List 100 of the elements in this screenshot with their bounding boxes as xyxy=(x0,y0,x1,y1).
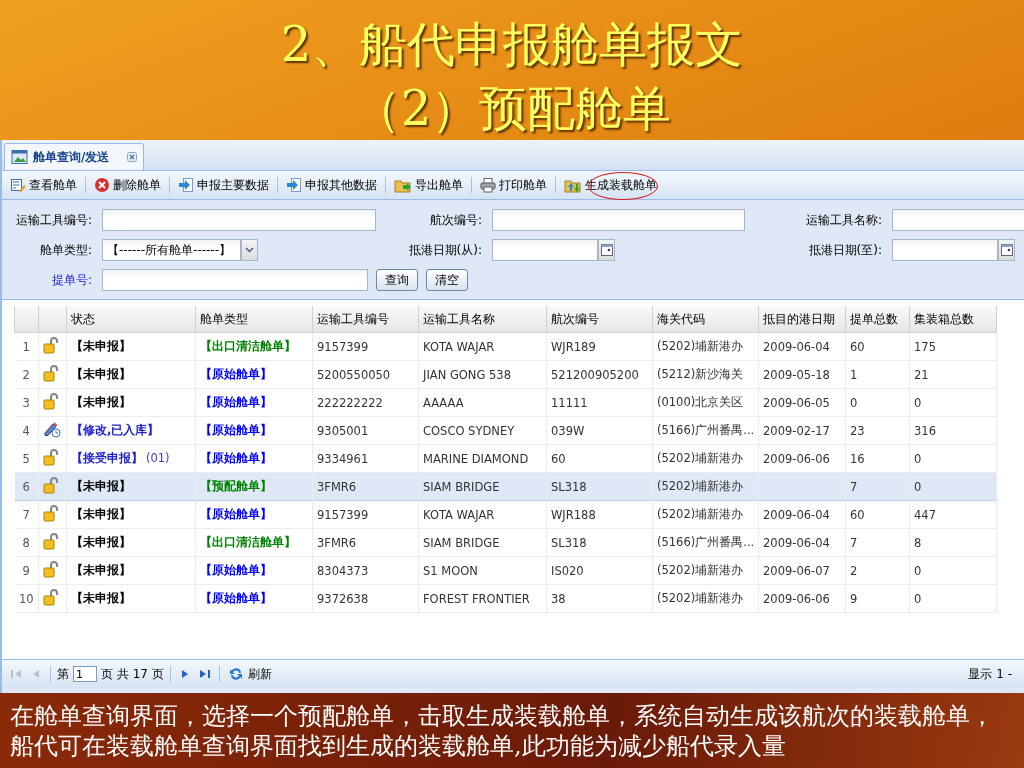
table-row[interactable]: 10 【未申报】 【原始舱单】 9372638 FOREST FRONTIER 38 (5202)埔新港办 2009-06-06 9 0 xyxy=(14,584,997,613)
row-number: 2 xyxy=(14,360,39,389)
date-field[interactable] xyxy=(892,239,998,261)
status-code: (01) xyxy=(146,451,170,465)
column-header[interactable]: 运输工具编号 xyxy=(312,306,419,333)
column-header[interactable]: 提单总数 xyxy=(845,306,910,333)
table-cell: 5200550050 xyxy=(312,360,419,389)
toolbar-button[interactable]: 申报其他数据 xyxy=(282,174,381,196)
table-cell: 16 xyxy=(845,444,910,473)
table-cell: MARINE DIAMOND xyxy=(418,444,547,473)
input-field[interactable] xyxy=(102,209,376,231)
table-cell: KOTA WAJAR xyxy=(418,500,547,529)
row-number: 10 xyxy=(14,584,39,613)
table-cell: 521200905200 xyxy=(546,360,653,389)
manifest-type: 【出口清洁舱单】 xyxy=(200,339,296,353)
table-cell: 2009-06-06 xyxy=(758,444,846,473)
window-icon xyxy=(11,149,29,165)
row-number: 9 xyxy=(14,556,39,585)
manifest-type: 【原始舱单】 xyxy=(200,367,272,381)
table-row[interactable]: 9 【未申报】 【原始舱单】 8304373 S1 MOON IS020 (5202)埔新港办 2009-06-07 2 0 xyxy=(14,556,997,585)
padlock-icon xyxy=(43,532,59,550)
toolbar-button[interactable]: 生成装载舱单 xyxy=(560,174,661,196)
status-text: 【未申报】 xyxy=(71,507,131,521)
table-cell: 2 xyxy=(845,556,910,585)
column-header[interactable]: 舱单类型 xyxy=(195,306,313,333)
table-cell: SIAM BRIDGE xyxy=(418,528,547,557)
column-header[interactable]: 航次编号 xyxy=(546,306,653,333)
form-button[interactable]: 清空 xyxy=(426,269,468,291)
page-input[interactable]: 1 xyxy=(73,666,97,682)
table-cell: 8 xyxy=(909,528,997,557)
status-text: 【未申报】 xyxy=(71,479,131,493)
table-cell: 1 xyxy=(845,360,910,389)
table-cell: 0 xyxy=(909,472,997,501)
field-label: 抵港日期(至): xyxy=(807,241,883,259)
table-row[interactable]: 5 【接受申报】 (01) 【原始舱单】 9334961 MARINE DIAMOND 60 (5202)埔新港办 2009-06-06 16 0 xyxy=(14,444,997,473)
padlock-icon xyxy=(43,364,59,382)
calendar-icon xyxy=(1000,244,1013,256)
status-text: 【接受申报】 xyxy=(71,451,143,465)
refresh-icon xyxy=(227,666,244,682)
table-cell: 316 xyxy=(909,416,997,445)
arrow-right-icon xyxy=(286,177,302,193)
status-text: 【未申报】 xyxy=(71,535,131,549)
column-header[interactable]: 运输工具名称 xyxy=(418,306,547,333)
delete-icon xyxy=(94,177,110,193)
folder-icon xyxy=(564,177,582,193)
padlock-icon xyxy=(43,448,59,466)
input-field[interactable] xyxy=(102,269,368,291)
field-label: 航次编号: xyxy=(428,211,483,229)
table-row[interactable]: 6 【未申报】 【预配舱单】 3FMR6 SIAM BRIDGE SL318 (5202)埔新港办 7 0 xyxy=(14,472,997,501)
input-field[interactable] xyxy=(492,209,745,231)
table-row[interactable]: 2 【未申报】 【原始舱单】 5200550050 JIAN GONG 538 521200905200 (5212)新沙海关 2009-05-18 1 21 xyxy=(14,360,997,389)
table-cell: SIAM BRIDGE xyxy=(418,472,547,501)
table-cell: 175 xyxy=(909,332,997,361)
table-cell: 11111 xyxy=(546,388,653,417)
calendar-icon xyxy=(600,244,613,256)
dropdown-field[interactable]: 【------所有舱单------】 xyxy=(102,239,241,261)
table-row[interactable]: 1 【未申报】 【出口清洁舱单】 9157399 KOTA WAJAR WJR189 (5202)埔新港办 2009-06-04 60 175 xyxy=(14,332,997,361)
table-cell: 0 xyxy=(909,584,997,613)
manifest-type: 【原始舱单】 xyxy=(200,507,272,521)
table-cell: 0 xyxy=(845,388,910,417)
status-text: 【未申报】 xyxy=(71,339,131,353)
page-label: 第 xyxy=(57,665,69,683)
table-cell: 2009-05-18 xyxy=(758,360,846,389)
table-cell: (5202)埔新港办 xyxy=(652,472,759,501)
manifest-type: 【原始舱单】 xyxy=(200,563,272,577)
padlock-icon xyxy=(43,504,59,522)
toolbar-button[interactable]: 打印舱单 xyxy=(476,174,551,196)
table-cell: 039W xyxy=(546,416,653,445)
toolbar-button[interactable]: 导出舱单 xyxy=(390,174,467,196)
column-header[interactable]: 集装箱总数 xyxy=(909,306,997,333)
field-label: 抵港日期(从): xyxy=(407,241,483,259)
form-button[interactable]: 查询 xyxy=(376,269,418,291)
manifest-type: 【原始舱单】 xyxy=(200,423,272,437)
table-cell: 2009-06-06 xyxy=(758,584,846,613)
toolbar-button[interactable]: 申报主要数据 xyxy=(174,174,273,196)
toolbar-button[interactable]: 删除舱单 xyxy=(90,174,165,196)
table-row[interactable]: 3 【未申报】 【原始舱单】 222222222 AAAAA 11111 (0100)北京关区 2009-06-05 0 0 xyxy=(14,388,997,417)
input-field[interactable] xyxy=(892,209,1024,231)
manifest-type: 【原始舱单】 xyxy=(200,591,272,605)
column-header[interactable]: 抵目的港日期 xyxy=(758,306,846,333)
table-cell: IS020 xyxy=(546,556,653,585)
table-cell: 2009-06-07 xyxy=(758,556,846,585)
table-cell: 21 xyxy=(909,360,997,389)
row-number: 7 xyxy=(14,500,39,529)
toolbar-button[interactable]: 查看舱单 xyxy=(6,174,81,196)
table-row[interactable]: 8 【未申报】 【出口清洁舱单】 3FMR6 SIAM BRIDGE SL318 (5166)广州番禺... 2009-06-04 7 8 xyxy=(14,528,997,557)
pencil-clock-icon xyxy=(43,420,61,438)
status-text: 【未申报】 xyxy=(71,395,131,409)
table-row[interactable]: 4 【修改,已入库】 【原始舱单】 9305001 COSCO SYDNEY 039W (5166)广州番禺... 2009-02-17 23 316 xyxy=(14,416,997,445)
tab[interactable]: 舱单查询/发送 xyxy=(4,143,145,170)
date-field[interactable] xyxy=(492,239,598,261)
table-cell: 8304373 xyxy=(312,556,419,585)
refresh-button[interactable]: 刷新 xyxy=(225,665,274,683)
last-page-icon xyxy=(198,668,211,680)
column-header[interactable]: 状态 xyxy=(66,306,196,333)
table-cell: 9 xyxy=(845,584,910,613)
table-cell: (5212)新沙海关 xyxy=(652,360,759,389)
manifest-type: 【原始舱单】 xyxy=(200,395,272,409)
table-row[interactable]: 7 【未申报】 【原始舱单】 9157399 KOTA WAJAR WJR188 (5202)埔新港办 2009-06-04 60 447 xyxy=(14,500,997,529)
column-header[interactable]: 海关代码 xyxy=(652,306,759,333)
